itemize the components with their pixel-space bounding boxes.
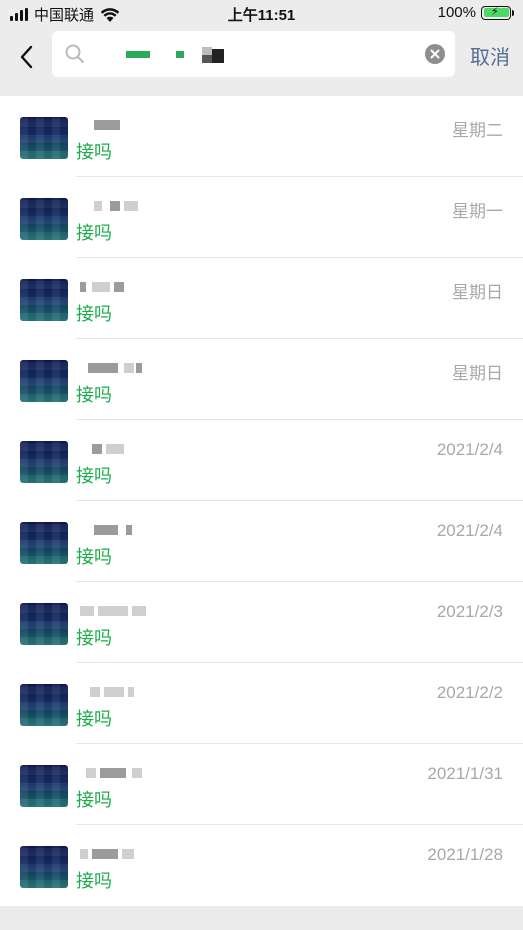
avatar bbox=[20, 522, 68, 564]
search-query-redacted bbox=[124, 45, 294, 65]
message-preview: 接吗 bbox=[76, 790, 112, 810]
message-preview: 接吗 bbox=[76, 628, 112, 648]
list-item[interactable]: 接吗 2021/1/31 bbox=[0, 744, 523, 825]
message-preview: 接吗 bbox=[76, 142, 112, 162]
message-time: 2021/2/3 bbox=[436, 602, 503, 621]
avatar bbox=[20, 684, 68, 726]
contact-name-redacted bbox=[80, 201, 160, 215]
avatar bbox=[20, 117, 68, 159]
list-item[interactable]: 接吗 星期二 bbox=[0, 96, 523, 177]
contact-name-redacted bbox=[80, 768, 160, 782]
battery-icon: ⚡ bbox=[481, 5, 514, 20]
avatar bbox=[20, 279, 68, 321]
message-time: 星期日 bbox=[452, 364, 503, 383]
message-preview: 接吗 bbox=[76, 466, 112, 486]
message-time: 2021/1/28 bbox=[427, 845, 503, 864]
list-item[interactable]: 接吗 2021/2/4 bbox=[0, 420, 523, 501]
message-preview: 接吗 bbox=[76, 547, 112, 567]
avatar bbox=[20, 198, 68, 240]
contact-name-redacted bbox=[80, 120, 160, 134]
message-preview: 接吗 bbox=[76, 304, 112, 324]
list-item[interactable]: 接吗 2021/2/2 bbox=[0, 663, 523, 744]
message-time: 2021/1/31 bbox=[427, 764, 503, 783]
list-item[interactable]: 接吗 2021/2/4 bbox=[0, 501, 523, 582]
contact-name-redacted bbox=[80, 687, 160, 701]
message-time: 2021/2/4 bbox=[436, 521, 503, 540]
list-item[interactable]: 接吗 星期日 bbox=[0, 258, 523, 339]
status-right: 100% ⚡ bbox=[437, 4, 514, 21]
contact-name-redacted bbox=[80, 606, 160, 620]
message-time: 2021/2/2 bbox=[436, 683, 503, 702]
result-list: 接吗 星期二 接吗 星期一 接吗 星期日 接吗 星期日 接吗 2021/2/4 接吗 2021/2/4… bbox=[0, 96, 523, 906]
contact-name-redacted bbox=[80, 849, 160, 863]
search-header: 取消 bbox=[0, 28, 523, 88]
avatar bbox=[20, 603, 68, 645]
search-icon bbox=[65, 44, 84, 63]
message-preview: 接吗 bbox=[76, 385, 112, 405]
avatar bbox=[20, 765, 68, 807]
charging-bolt-icon: ⚡ bbox=[491, 5, 499, 18]
message-preview: 接吗 bbox=[76, 709, 112, 729]
contact-name-redacted bbox=[80, 363, 160, 377]
contact-name-redacted bbox=[80, 525, 160, 539]
message-preview: 接吗 bbox=[76, 223, 112, 243]
contact-name-redacted bbox=[80, 282, 160, 296]
message-time: 星期二 bbox=[452, 121, 503, 140]
list-item[interactable]: 接吗 星期一 bbox=[0, 177, 523, 258]
avatar bbox=[20, 360, 68, 402]
message-time: 星期一 bbox=[452, 202, 503, 221]
list-item[interactable]: 接吗 2021/2/3 bbox=[0, 582, 523, 663]
message-time: 星期日 bbox=[452, 283, 503, 302]
avatar bbox=[20, 846, 68, 888]
avatar bbox=[20, 441, 68, 483]
battery-percent: 100% bbox=[437, 4, 476, 21]
message-preview: 接吗 bbox=[76, 871, 112, 891]
list-item[interactable]: 接吗 星期日 bbox=[0, 339, 523, 420]
back-chevron-icon[interactable] bbox=[16, 42, 38, 72]
contact-name-redacted bbox=[80, 444, 160, 458]
message-time: 2021/2/4 bbox=[436, 440, 503, 459]
clear-icon[interactable] bbox=[425, 44, 445, 64]
cancel-button[interactable]: 取消 bbox=[470, 41, 510, 70]
status-bar: 中国联通 上午11:51 100% ⚡ bbox=[0, 0, 523, 28]
list-item[interactable]: 接吗 2021/1/28 bbox=[0, 825, 523, 906]
search-input[interactable] bbox=[52, 31, 455, 77]
